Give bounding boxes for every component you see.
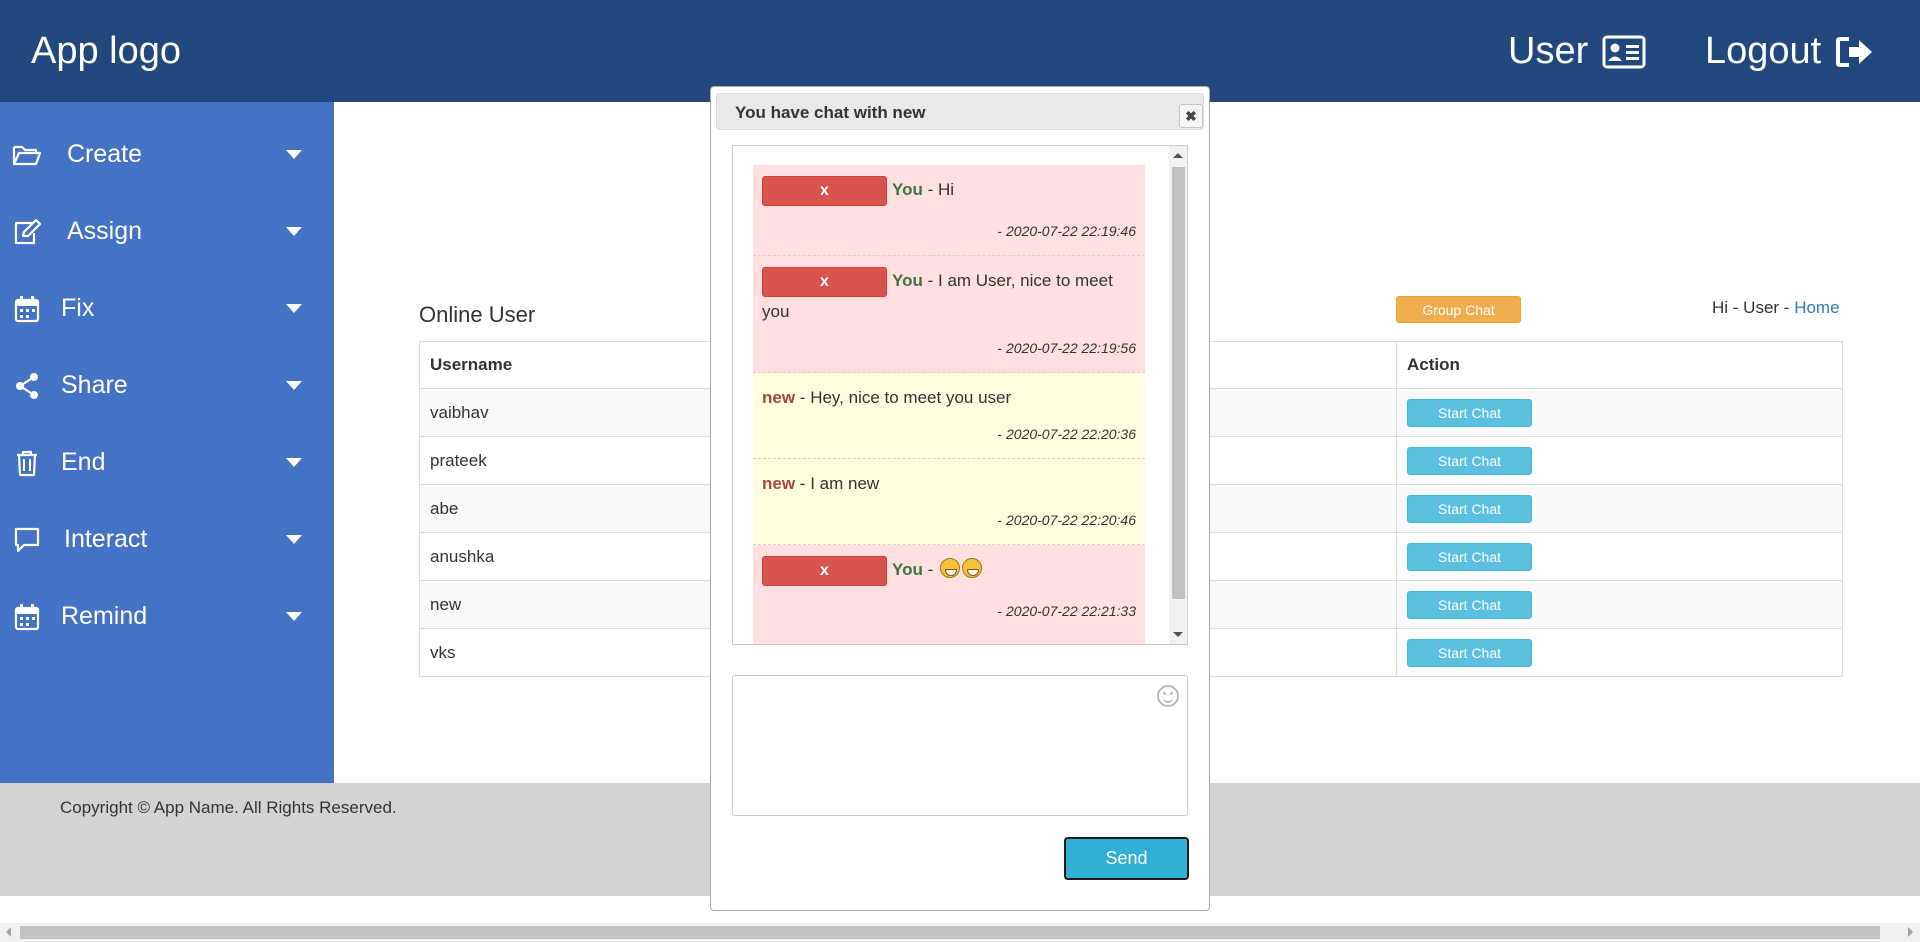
share-icon	[12, 371, 42, 401]
action-cell: Start Chat	[1396, 388, 1843, 437]
caret-down-icon	[286, 227, 302, 236]
group-chat-button[interactable]: Group Chat	[1396, 296, 1521, 323]
sidebar-item-label: End	[61, 448, 106, 476]
sidebar: Create Assign Fix Share End Interact Rem…	[0, 102, 334, 783]
close-icon[interactable]: ✖	[1179, 104, 1203, 128]
sidebar-item-label: Fix	[61, 294, 95, 322]
message-text: Hi	[938, 180, 955, 199]
sidebar-item-share[interactable]: Share	[0, 347, 334, 424]
online-user-title: Online User	[419, 302, 536, 327]
sidebar-item-label: Create	[67, 140, 143, 168]
action-cell: Start Chat	[1396, 580, 1843, 629]
message-separator: -	[927, 271, 934, 290]
action-cell: Start Chat	[1396, 484, 1843, 533]
smiling-emoji-icon	[962, 558, 982, 578]
message-sender: new	[762, 474, 796, 493]
sidebar-item-label: Interact	[64, 525, 148, 553]
caret-down-icon	[286, 381, 302, 390]
folder-open-icon	[12, 140, 42, 170]
message-separator: -	[799, 474, 806, 493]
message-timestamp: -2020-07-22 22:19:46	[997, 223, 1136, 239]
scrollbar-thumb[interactable]	[20, 926, 1880, 939]
scroll-left-icon[interactable]	[6, 927, 11, 937]
scrollbar-thumb[interactable]	[1172, 167, 1185, 599]
start-chat-button[interactable]: Start Chat	[1407, 638, 1532, 667]
caret-down-icon	[286, 612, 302, 621]
sidebar-item-assign[interactable]: Assign	[0, 193, 334, 270]
delete-message-button[interactable]: x	[762, 555, 887, 586]
chat-dialog: You have chat with new ✖ x You - Hi -2020…	[710, 86, 1210, 911]
edit-icon	[12, 217, 42, 247]
sidebar-item-remind[interactable]: Remind	[0, 578, 334, 655]
start-chat-button[interactable]: Start Chat	[1407, 590, 1532, 619]
scroll-up-icon[interactable]	[1173, 153, 1183, 158]
sign-out-icon	[1835, 35, 1875, 69]
copyright-text: Copyright © App Name. All Rights Reserve…	[60, 798, 397, 817]
message-sender: You	[892, 180, 923, 199]
start-chat-button[interactable]: Start Chat	[1407, 542, 1532, 571]
dialog-titlebar[interactable]: You have chat with new ✖	[716, 93, 1204, 130]
message-text: I am new	[810, 474, 880, 493]
home-link[interactable]: Home	[1794, 298, 1839, 317]
id-card-icon	[1602, 35, 1646, 69]
action-cell: Start Chat	[1396, 628, 1843, 677]
caret-down-icon	[286, 458, 302, 467]
message-text: Hey, nice to meet you user	[810, 388, 1012, 407]
comment-icon	[12, 525, 42, 555]
trash-icon	[12, 448, 42, 478]
sidebar-item-create[interactable]: Create	[0, 116, 334, 193]
delete-message-button[interactable]: x	[762, 175, 887, 206]
message-sender: You	[892, 271, 923, 290]
start-chat-button[interactable]: Start Chat	[1407, 398, 1532, 427]
start-chat-button[interactable]: Start Chat	[1407, 446, 1532, 475]
message-timestamp: -2020-07-22 22:20:36	[997, 426, 1136, 442]
start-chat-button[interactable]: Start Chat	[1407, 494, 1532, 523]
app-logo[interactable]: App logo	[31, 30, 181, 73]
message-timestamp: -2020-07-22 22:21:33	[997, 603, 1136, 619]
chat-history[interactable]: x You - Hi -2020-07-22 22:19:46 x You - I …	[732, 145, 1188, 645]
calendar-icon	[12, 602, 42, 632]
chat-message: x You - I am User, nice to meet you -2020…	[753, 256, 1145, 373]
send-button[interactable]: Send	[1064, 837, 1189, 880]
message-sender: You	[892, 560, 923, 579]
message-sender: new	[762, 388, 796, 407]
action-cell: Start Chat	[1396, 436, 1843, 485]
user-menu[interactable]: User	[1508, 30, 1646, 73]
chat-message: x You - Hi -2020-07-22 22:19:46	[753, 165, 1145, 256]
user-label: User	[1508, 30, 1589, 72]
sidebar-item-label: Assign	[67, 217, 143, 245]
sidebar-item-label: Remind	[61, 602, 148, 630]
greeting-text: Hi - User -	[1712, 298, 1790, 317]
chat-scrollbar[interactable]	[1169, 146, 1187, 644]
horizontal-scrollbar[interactable]	[0, 923, 1920, 942]
chat-message: x You - -2020-07-22 22:21:33	[753, 545, 1145, 644]
sidebar-item-end[interactable]: End	[0, 424, 334, 501]
grinning-emoji-icon	[940, 558, 960, 578]
sidebar-item-label: Share	[61, 371, 128, 399]
emoji-picker-icon[interactable]	[1157, 685, 1179, 707]
caret-down-icon	[286, 150, 302, 159]
chat-message: new - Hey, nice to meet you user -2020-0…	[753, 373, 1145, 459]
message-timestamp: -2020-07-22 22:19:56	[997, 340, 1136, 356]
scroll-right-icon[interactable]	[1908, 927, 1913, 937]
sidebar-item-fix[interactable]: Fix	[0, 270, 334, 347]
message-separator: -	[927, 560, 934, 579]
scroll-down-icon[interactable]	[1173, 632, 1183, 637]
logout-label: Logout	[1705, 30, 1822, 72]
caret-down-icon	[286, 535, 302, 544]
message-separator: -	[799, 388, 806, 407]
column-header-action: Action	[1396, 341, 1843, 389]
message-timestamp: -2020-07-22 22:20:46	[997, 512, 1136, 528]
delete-message-button[interactable]: x	[762, 266, 887, 297]
message-input[interactable]	[732, 675, 1188, 816]
breadcrumb: Hi - User - Home	[1712, 298, 1840, 318]
message-separator: -	[927, 180, 934, 199]
calendar-icon	[12, 294, 42, 324]
dialog-title: You have chat with new	[735, 103, 926, 122]
chat-message: new - I am new -2020-07-22 22:20:46	[753, 459, 1145, 545]
sidebar-item-interact[interactable]: Interact	[0, 501, 334, 578]
caret-down-icon	[286, 304, 302, 313]
action-cell: Start Chat	[1396, 532, 1843, 581]
logout-button[interactable]: Logout	[1705, 30, 1875, 73]
